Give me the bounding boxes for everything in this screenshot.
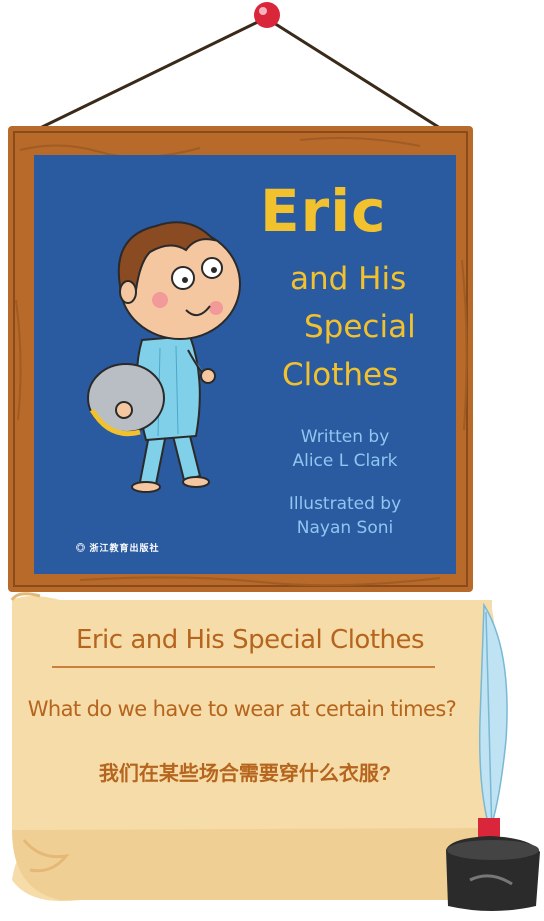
cover-title: Eric	[260, 177, 387, 245]
pushpin-icon	[254, 2, 280, 28]
illustrator-name: Nayan Soni	[296, 518, 394, 538]
publisher-name: 浙江教育出版社	[89, 543, 160, 553]
question-chinese: 我们在某些场合需要穿什么衣服?	[98, 763, 392, 785]
hanging-string	[39, 16, 441, 130]
cover-subtitle-line-2: Special	[304, 309, 416, 345]
question-english: What do we have to wear at certain times…	[27, 697, 457, 721]
author-name: Alice L Clark	[292, 451, 398, 471]
cover-subtitle-line-1: and His	[290, 261, 407, 297]
illustrated-by-label: Illustrated by	[288, 494, 402, 514]
publisher-logo: ◎ 浙江教育出版社	[76, 543, 160, 553]
illustrator-credit: Illustrated by Nayan Soni	[270, 492, 420, 540]
quill-pen-icon	[478, 602, 508, 837]
book-title: Eric and His Special Clothes	[75, 625, 425, 655]
cover-subtitle-line-3: Clothes	[282, 357, 399, 393]
title-divider	[52, 666, 435, 668]
author-credit: Written by Alice L Clark	[270, 425, 420, 473]
written-by-label: Written by	[300, 427, 390, 447]
